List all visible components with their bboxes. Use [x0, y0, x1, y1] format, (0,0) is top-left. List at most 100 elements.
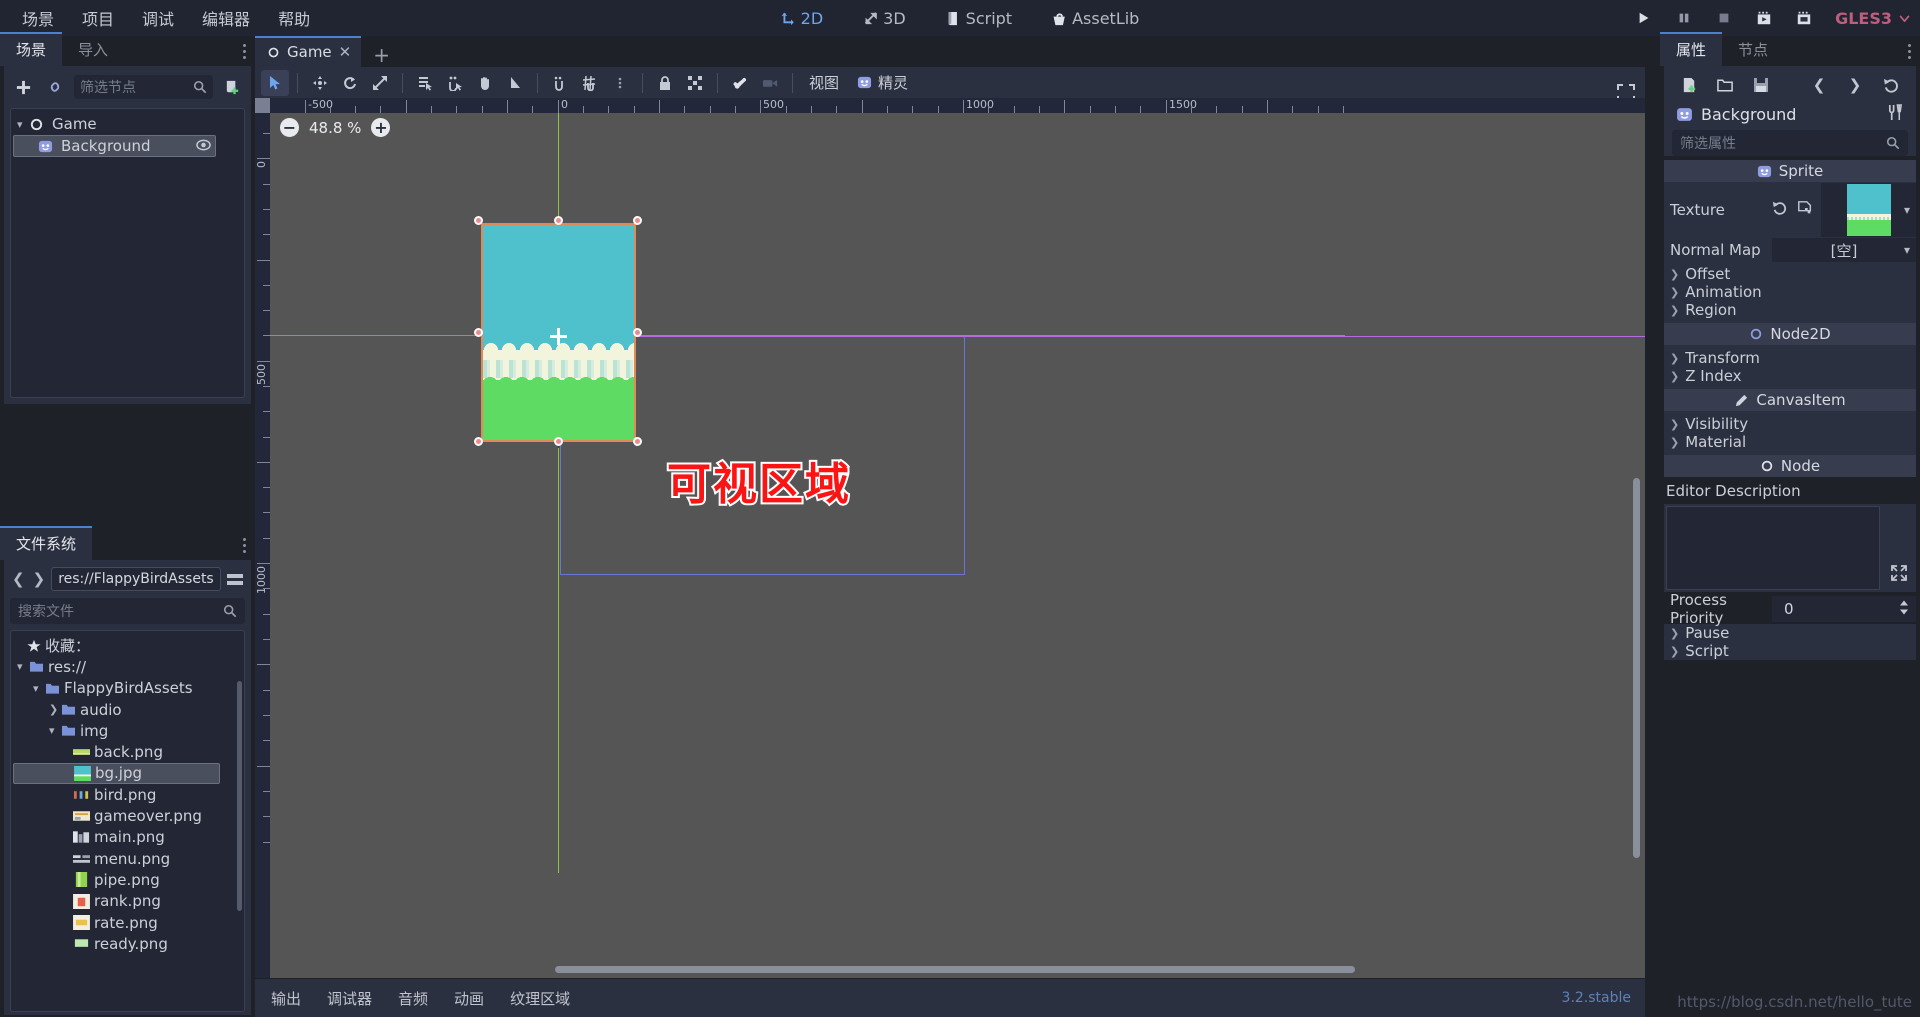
property-group-offset[interactable]: ❯ Offset: [1664, 265, 1916, 283]
horizontal-ruler[interactable]: -500 0 500 1000 1500: [255, 98, 1645, 113]
resize-handle-bottom-center[interactable]: [554, 437, 563, 446]
fs-row-bg-jpg[interactable]: bg.jpg: [13, 762, 220, 785]
updown-icon[interactable]: [1898, 600, 1910, 619]
scene-tab-game[interactable]: Game ✕: [255, 36, 362, 67]
filesystem-dock-menu-icon[interactable]: [243, 538, 247, 556]
category-canvasitem[interactable]: CanvasItem: [1664, 389, 1916, 411]
canvas-horizontal-scrollbar[interactable]: [555, 966, 1355, 973]
mode-3d-button[interactable]: 3D: [853, 5, 916, 32]
resize-handle-bottom-left[interactable]: [474, 437, 483, 446]
menu-editor[interactable]: 编辑器: [188, 2, 264, 34]
category-node2d[interactable]: Node2D: [1664, 323, 1916, 345]
inspector-dock-menu-icon[interactable]: [1908, 44, 1912, 62]
fs-row-back-png[interactable]: back.png: [13, 741, 242, 762]
attach-script-button[interactable]: [219, 75, 245, 99]
fs-row-pipe-png[interactable]: pipe.png: [13, 869, 242, 890]
view-menu-button[interactable]: 视图: [801, 72, 847, 93]
history-next-button[interactable]: ❯: [1842, 73, 1868, 97]
current-path-display[interactable]: res://FlappyBirdAssets: [51, 567, 221, 591]
split-view-icon[interactable]: [225, 573, 245, 585]
category-sprite[interactable]: Sprite: [1664, 160, 1916, 182]
snap-mode-button[interactable]: [546, 70, 574, 96]
mode-assetlib-button[interactable]: AssetLib: [1042, 5, 1149, 32]
fs-row-ready-png[interactable]: ready.png: [13, 933, 242, 954]
pivot-handle[interactable]: [550, 328, 567, 345]
canvas-vertical-scrollbar[interactable]: [1633, 478, 1640, 858]
bottom-tab-debugger[interactable]: 调试器: [327, 988, 372, 1009]
scene-tree-row-background[interactable]: Background: [13, 135, 216, 157]
fs-row-rank-png[interactable]: rank.png: [13, 891, 242, 912]
menu-scene[interactable]: 场景: [8, 2, 68, 34]
nav-forward-button[interactable]: ❯: [31, 570, 48, 588]
renderer-selector[interactable]: GLES3: [1835, 9, 1910, 28]
property-group-transform[interactable]: ❯ Transform: [1664, 349, 1916, 367]
scale-tool-button[interactable]: [366, 70, 394, 96]
fs-row-audio[interactable]: ❯ audio: [13, 699, 242, 720]
expand-icon[interactable]: [1882, 504, 1916, 592]
category-node[interactable]: Node: [1664, 455, 1916, 477]
skeleton-bone-button[interactable]: [726, 70, 754, 96]
fs-row-menu-png[interactable]: menu.png: [13, 848, 242, 869]
chevron-down-icon[interactable]: ▾: [1904, 243, 1910, 257]
stop-icon[interactable]: [1715, 9, 1733, 27]
2d-canvas[interactable]: 可视区域 -500 0 500 1000 1500 0 500 1000 − 4…: [255, 98, 1645, 978]
zoom-in-button[interactable]: +: [371, 118, 391, 137]
property-group-region[interactable]: ❯ Region: [1664, 301, 1916, 319]
process-priority-input[interactable]: 0: [1772, 596, 1916, 622]
bottom-tab-output[interactable]: 输出: [271, 988, 301, 1009]
resize-handle-top-right[interactable]: [633, 216, 642, 225]
scene-dock-menu-icon[interactable]: [243, 44, 247, 62]
mode-script-button[interactable]: Script: [936, 5, 1022, 32]
play-custom-scene-icon[interactable]: [1795, 9, 1813, 27]
instance-child-scene-button[interactable]: [42, 75, 68, 99]
fs-row-flappybirdassets[interactable]: ▾ FlappyBirdAssets: [13, 678, 242, 699]
camera-override-button[interactable]: [756, 70, 784, 96]
resize-handle-top-left[interactable]: [474, 216, 483, 225]
grid-snap-button[interactable]: [576, 70, 604, 96]
move-tool-button[interactable]: [306, 70, 334, 96]
property-filter-input[interactable]: 筛选属性: [1672, 130, 1908, 156]
fs-row-res[interactable]: ▾ res://: [13, 656, 242, 677]
tab-filesystem[interactable]: 文件系统: [0, 526, 93, 560]
reload-icon[interactable]: [1772, 200, 1788, 220]
filesystem-scrollbar[interactable]: [237, 681, 242, 911]
close-icon[interactable]: ✕: [339, 43, 352, 61]
resize-handle-bottom-right[interactable]: [633, 437, 642, 446]
texture-preview-cell[interactable]: ▾: [1821, 183, 1916, 237]
vertical-ruler[interactable]: 0 500 1000: [255, 98, 270, 978]
pan-tool-button[interactable]: [471, 70, 499, 96]
ruler-corner[interactable]: [255, 98, 270, 113]
bottom-tab-audio[interactable]: 音频: [398, 988, 428, 1009]
property-group-material[interactable]: ❯ Material: [1664, 433, 1916, 451]
property-normal-map-value-box[interactable]: [空] ▾: [1772, 238, 1916, 262]
file-search-input[interactable]: 搜索文件: [10, 598, 245, 624]
eye-icon[interactable]: [196, 137, 211, 155]
resize-handle-top-center[interactable]: [554, 216, 563, 225]
chevron-down-icon[interactable]: ▾: [1904, 203, 1910, 217]
quick-load-icon[interactable]: [1797, 200, 1813, 220]
chevron-down-icon[interactable]: ▾: [17, 660, 29, 673]
property-group-pause[interactable]: ❯ Pause: [1664, 624, 1916, 642]
rotate-tool-button[interactable]: [336, 70, 364, 96]
tab-scene[interactable]: 场景: [0, 32, 63, 66]
select-tool-button[interactable]: [261, 69, 289, 96]
list-select-tool-button[interactable]: [411, 70, 439, 96]
lock-node-button[interactable]: [651, 70, 679, 96]
fs-row-gameover-png[interactable]: gameover.png: [13, 805, 242, 826]
nav-back-button[interactable]: ❮: [10, 570, 27, 588]
resize-handle-middle-right[interactable]: [633, 328, 642, 337]
tab-inspector[interactable]: 属性: [1660, 32, 1723, 66]
new-scene-tab-button[interactable]: +: [361, 43, 402, 67]
ruler-tool-button[interactable]: [501, 70, 529, 96]
zoom-out-button[interactable]: −: [280, 118, 299, 137]
sprite-menu-button[interactable]: 精灵: [849, 72, 916, 93]
snap-options-button[interactable]: [606, 70, 634, 96]
tools-icon[interactable]: [1887, 103, 1904, 125]
menu-project[interactable]: 项目: [68, 2, 128, 34]
resize-handle-middle-left[interactable]: [474, 328, 483, 337]
pin-select-tool-button[interactable]: [441, 70, 469, 96]
fs-row-img[interactable]: ▾ img: [13, 720, 242, 741]
bottom-tab-animation[interactable]: 动画: [454, 988, 484, 1009]
history-prev-button[interactable]: ❮: [1806, 73, 1832, 97]
chevron-right-icon[interactable]: ❯: [49, 703, 61, 716]
